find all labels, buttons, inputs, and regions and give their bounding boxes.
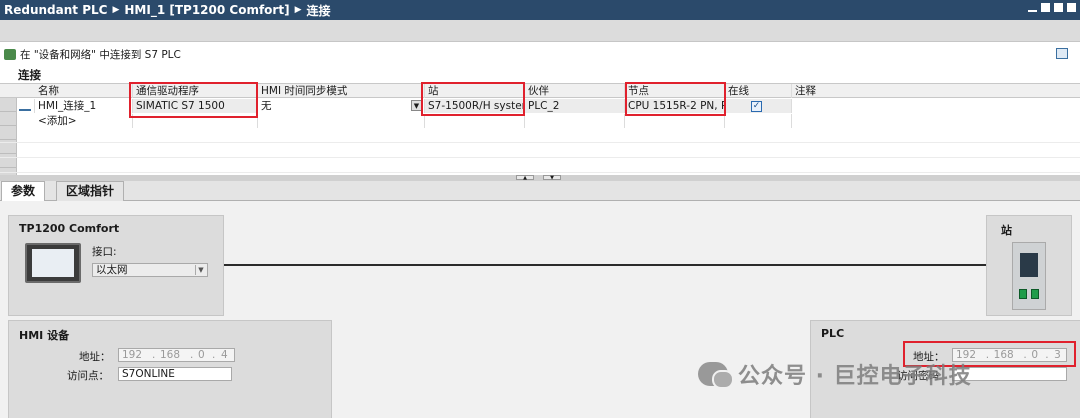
watermark: 公众号 · 巨控电子科技 (698, 358, 972, 390)
ip-octet: 168 (993, 349, 1014, 361)
network-line (224, 264, 1000, 266)
toolbar-strip (0, 20, 1080, 42)
station-card-title: 站 (1001, 224, 1012, 237)
ip-octet: 0 (198, 349, 205, 361)
access-point-field[interactable]: S7ONLINE (118, 367, 232, 381)
plc-device-icon (1012, 242, 1046, 310)
cell-driver[interactable]: SIMATIC S7 1500 (133, 99, 258, 113)
table-row[interactable]: HMI_连接_1 SIMATIC S7 1500 无 ▼ S7-1500R/H … (0, 99, 1080, 113)
ip-octet: 192 (122, 349, 143, 361)
col-header-online[interactable]: 在线 (725, 84, 792, 98)
cell-partner[interactable]: PLC_2 (525, 99, 625, 113)
breadcrumb-device[interactable]: HMI_1 [TP1200 Comfort] (124, 3, 289, 17)
section-title: 连接 (18, 68, 41, 82)
col-header-time-sync[interactable]: HMI 时间同步模式 (258, 84, 425, 98)
table-row (0, 159, 1080, 173)
ip-octet: 168 (160, 349, 181, 361)
window-controls (1028, 3, 1076, 12)
col-header-partner[interactable]: 伙伴 (525, 84, 625, 98)
minimize-icon[interactable] (1028, 10, 1037, 12)
settings-icon[interactable] (1056, 48, 1068, 59)
cell-node[interactable]: CPU 1515R-2 PN, P... (625, 99, 725, 113)
col-header-driver[interactable]: 通信驱动程序 (133, 84, 258, 98)
breadcrumb-project[interactable]: Redundant PLC (4, 3, 107, 17)
ip-octet: 4 (221, 349, 228, 361)
interface-label: 接口: (92, 246, 117, 258)
add-row[interactable]: <添加> (0, 114, 1080, 128)
hmi-panel-icon (25, 243, 81, 283)
title-bar: Redundant PLC ▶ HMI_1 [TP1200 Comfort] ▶… (0, 0, 1080, 20)
col-header-station[interactable]: 站 (425, 84, 525, 98)
add-connection-link[interactable]: <添加> (35, 114, 133, 128)
connection-icon (17, 99, 35, 113)
info-text[interactable]: 在 "设备和网络" 中连接到 S7 PLC (20, 47, 181, 62)
cell-station[interactable]: S7-1500R/H system... (425, 99, 525, 113)
ip-octet: 3 (1054, 349, 1061, 361)
station-card: 站 (986, 215, 1072, 316)
info-bar: 在 "设备和网络" 中连接到 S7 PLC (0, 43, 1080, 65)
restore-icon[interactable] (1041, 3, 1050, 12)
interface-select[interactable]: 以太网 ▼ (92, 263, 208, 277)
hmi-address-field[interactable]: 192 . 168 . 0 . 4 (118, 348, 235, 362)
online-checkbox[interactable]: ✓ (751, 101, 762, 112)
tab-bar: 参数 区域指针 (0, 181, 1080, 201)
collapse-down-icon[interactable]: ▼ (543, 175, 561, 181)
col-header-comment[interactable]: 注释 (792, 84, 1080, 98)
plc-settings-title: PLC (821, 327, 845, 340)
close-icon[interactable] (1067, 3, 1076, 12)
cell-time-sync[interactable]: 无 ▼ (258, 99, 425, 113)
breadcrumb-separator-icon: ▶ (112, 5, 120, 15)
connections-table: 名称 通信驱动程序 HMI 时间同步模式 站 伙伴 节点 在线 注释 HMI_连… (0, 82, 1080, 176)
col-header-name[interactable]: 名称 (35, 84, 133, 98)
maximize-icon[interactable] (1054, 3, 1063, 12)
watermark-text: 公众号 · 巨控电子科技 (738, 364, 972, 389)
col-header-node[interactable]: 节点 (625, 84, 725, 98)
table-row (0, 144, 1080, 158)
access-point-label: 访问点： (67, 370, 109, 382)
time-sync-value: 无 (261, 100, 272, 112)
hmi-device-card: TP1200 Comfort 接口: 以太网 ▼ (8, 215, 224, 316)
chevron-down-icon[interactable]: ▼ (195, 265, 206, 275)
breadcrumb-page: 连接 (306, 3, 331, 18)
hmi-settings-card: HMI 设备 地址： 192 . 168 . 0 . 4 访问点： S7ONLI… (8, 320, 332, 418)
breadcrumb-separator-icon: ▶ (294, 5, 302, 15)
cell-comment[interactable] (792, 99, 1080, 113)
tab-parameters[interactable]: 参数 (1, 181, 46, 201)
dropdown-arrow-icon[interactable]: ▼ (411, 100, 422, 111)
network-connect-icon[interactable] (4, 48, 16, 60)
table-row (0, 129, 1080, 143)
hmi-address-label: 地址： (79, 351, 111, 363)
ip-octet: 0 (1031, 349, 1038, 361)
collapse-up-icon[interactable]: ▲ (516, 175, 534, 181)
cell-name[interactable]: HMI_连接_1 (35, 99, 133, 113)
tab-area-pointers[interactable]: 区域指针 (56, 181, 125, 201)
hmi-settings-title: HMI 设备 (19, 329, 70, 342)
wechat-icon (698, 362, 734, 389)
table-header: 名称 通信驱动程序 HMI 时间同步模式 站 伙伴 节点 在线 注释 (0, 84, 1080, 98)
cell-online[interactable]: ✓ (725, 99, 792, 113)
interface-value: 以太网 (96, 264, 128, 276)
hmi-card-title: TP1200 Comfort (19, 222, 120, 235)
